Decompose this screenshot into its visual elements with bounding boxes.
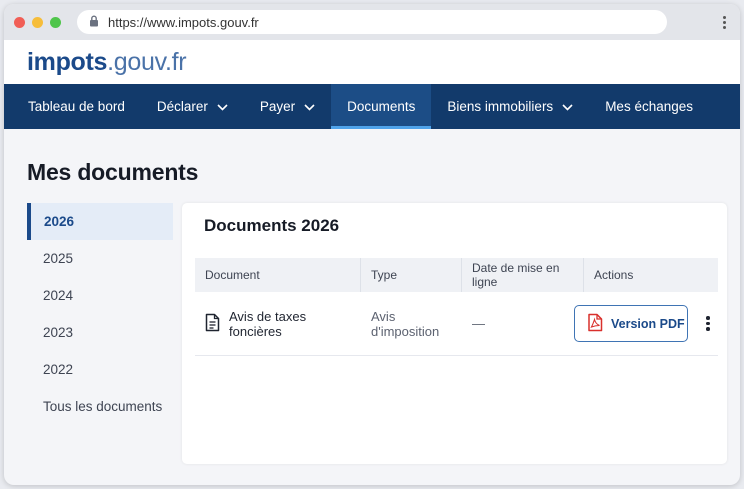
main-navigation: Tableau de bord Déclarer Payer Documents… <box>4 84 740 129</box>
documents-panel: Documents 2026 Document Type Date de mis… <box>182 203 727 464</box>
logo-domain: .gouv.fr <box>107 47 187 76</box>
window-controls <box>14 16 61 28</box>
nav-item-label: Documents <box>347 99 416 114</box>
column-header-actions: Actions <box>594 268 634 282</box>
chevron-down-icon <box>304 99 315 114</box>
column-header-type: Type <box>361 258 462 292</box>
year-item-2025[interactable]: 2025 <box>27 240 173 277</box>
site-header: impots.gouv.fr <box>4 40 740 84</box>
nav-item-documents[interactable]: Documents <box>331 84 432 129</box>
year-item-all-documents[interactable]: Tous les documents <box>27 388 173 425</box>
column-header-document: Document <box>195 258 361 292</box>
document-date: — <box>472 316 485 331</box>
minimize-window-button[interactable] <box>32 16 43 28</box>
year-item-2024[interactable]: 2024 <box>27 277 173 314</box>
year-item-2026[interactable]: 2026 <box>27 203 173 240</box>
document-icon <box>205 313 220 335</box>
chevron-down-icon <box>217 99 228 114</box>
close-window-button[interactable] <box>14 16 25 28</box>
table-row: Avis de taxes foncières Avis d'impositio… <box>195 292 718 356</box>
year-item-2022[interactable]: 2022 <box>27 351 173 388</box>
document-cell: Avis de taxes foncières <box>195 309 361 339</box>
nav-item-label: Biens immobiliers <box>447 99 554 114</box>
more-vertical-icon[interactable] <box>702 312 714 335</box>
year-filter-list: 2026 2025 2024 2023 2022 Tous les docume… <box>27 203 173 464</box>
year-item-2023[interactable]: 2023 <box>27 314 173 351</box>
nav-item-label: Mes échanges <box>605 99 693 114</box>
nav-item-declarer[interactable]: Déclarer <box>141 84 244 129</box>
actions-cell: Version PDF <box>574 305 717 342</box>
url-text: https://www.impots.gouv.fr <box>108 14 259 30</box>
pdf-version-button[interactable]: Version PDF <box>574 305 688 342</box>
nav-item-tableau-de-bord[interactable]: Tableau de bord <box>12 84 141 129</box>
page-title: Mes documents <box>27 159 199 185</box>
chevron-down-icon <box>562 99 573 114</box>
nav-item-label: Payer <box>259 99 296 114</box>
document-type: Avis d'imposition <box>371 308 440 339</box>
nav-item-label: Tableau de bord <box>28 99 125 114</box>
pdf-button-label: Version PDF <box>611 316 685 331</box>
panel-title: Documents 2026 <box>204 216 340 235</box>
browser-toolbar: https://www.impots.gouv.fr <box>4 4 740 40</box>
documents-layout: 2026 2025 2024 2023 2022 Tous les docume… <box>27 203 740 464</box>
nav-item-label: Déclarer <box>156 99 208 114</box>
maximize-window-button[interactable] <box>50 16 61 28</box>
nav-item-biens-immobiliers[interactable]: Biens immobiliers <box>431 84 589 129</box>
document-name[interactable]: Avis de taxes foncières <box>229 309 361 339</box>
table-header: Document Type Date de mise en ligne Acti… <box>195 258 718 292</box>
lock-icon <box>89 15 99 30</box>
browser-menu-button[interactable] <box>719 12 730 33</box>
logo-brand: impots <box>27 47 108 76</box>
browser-window: https://www.impots.gouv.fr impots.gouv.f… <box>4 4 740 485</box>
nav-item-mes-echanges[interactable]: Mes échanges <box>589 84 709 129</box>
nav-item-payer[interactable]: Payer <box>244 84 331 129</box>
address-bar[interactable]: https://www.impots.gouv.fr <box>77 10 667 34</box>
site-logo[interactable]: impots.gouv.fr <box>27 47 187 77</box>
column-header-date: Date de mise en ligne <box>462 258 584 292</box>
pdf-icon <box>587 313 604 335</box>
main-content: Mes documents 2026 2025 2024 2023 2022 T… <box>4 159 740 464</box>
